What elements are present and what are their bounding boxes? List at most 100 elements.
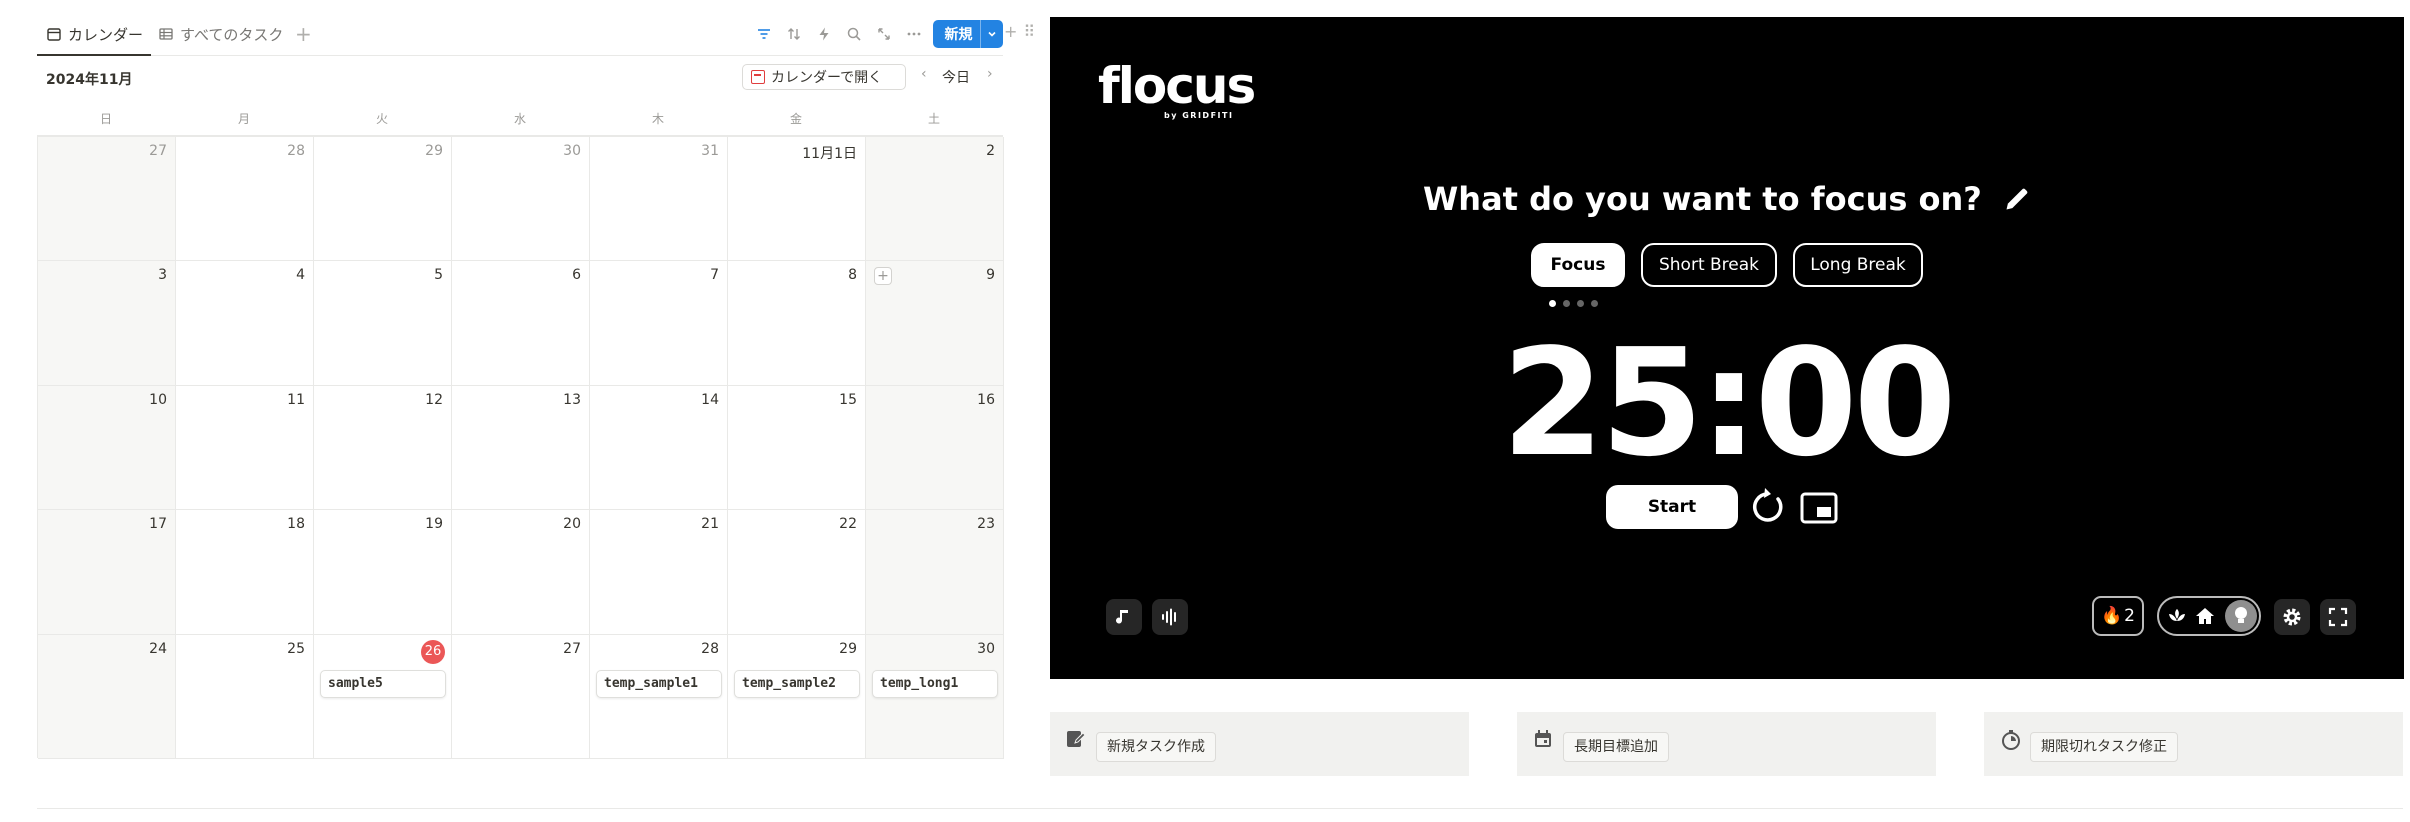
gear-icon[interactable] [2274, 599, 2310, 635]
day-number: 30 [563, 143, 581, 159]
day-cell[interactable]: 7 [590, 261, 728, 386]
picture-in-picture-icon[interactable] [1800, 492, 1838, 524]
day-cell[interactable]: 21 [590, 510, 728, 635]
mode-focus-button[interactable]: Focus [1531, 243, 1625, 287]
day-cell[interactable]: 17 [38, 510, 176, 635]
day-cell[interactable]: 3 [38, 261, 176, 386]
automation-icon[interactable] [809, 19, 839, 49]
add-view-button[interactable]: + [295, 22, 312, 46]
day-cell[interactable]: 4 [176, 261, 314, 386]
music-icon[interactable] [1106, 599, 1142, 635]
day-cell[interactable]: 11 [176, 385, 314, 511]
new-button[interactable]: 新規 [933, 20, 1003, 48]
calendar-app-icon [751, 70, 765, 84]
more-icon[interactable] [899, 19, 929, 49]
day-cell[interactable]: 28 [176, 137, 314, 262]
day-cell[interactable]: 19 [314, 510, 452, 635]
day-cell[interactable]: 28 temp_sample1 [590, 634, 728, 759]
mode-long-break-button[interactable]: Long Break [1793, 243, 1923, 287]
day-cell[interactable]: 10 [38, 385, 176, 511]
tab-all-tasks-label: すべてのタスク [180, 25, 284, 44]
day-cell[interactable]: 29 [314, 137, 452, 262]
day-cell[interactable]: 22 [728, 510, 866, 635]
next-month-icon[interactable]: › [987, 66, 993, 82]
day-cell[interactable]: 5 [314, 261, 452, 386]
fix-overdue-tasks-button[interactable]: 期限切れタスク修正 [2030, 732, 2178, 762]
search-icon[interactable] [839, 19, 869, 49]
day-cell[interactable]: 23 [866, 510, 1004, 635]
active-tab-indicator [37, 54, 151, 56]
day-cell[interactable]: 30 [452, 137, 590, 262]
session-dot [1549, 300, 1556, 307]
focus-question[interactable]: What do you want to focus on? [1050, 180, 2404, 218]
day-cell[interactable]: 14 [590, 385, 728, 511]
streak-badge[interactable]: 🔥 2 [2092, 596, 2144, 636]
tab-all-tasks[interactable]: すべてのタスク [158, 22, 283, 46]
session-dot [1577, 300, 1584, 307]
day-number: 16 [977, 391, 995, 408]
day-number: 7 [710, 267, 719, 284]
reset-icon[interactable] [1746, 485, 1790, 529]
day-cell[interactable]: 18 [176, 510, 314, 635]
mode-short-break-button[interactable]: Short Break [1641, 243, 1777, 287]
day-cell[interactable]: 31 [590, 137, 728, 262]
today-button[interactable]: 今日 [942, 67, 970, 87]
add-long-term-goal-button[interactable]: 長期目標追加 [1563, 732, 1669, 762]
mode-selector: Focus Short Break Long Break [1050, 243, 2404, 287]
tab-calendar[interactable]: カレンダー [46, 22, 143, 46]
day-cell[interactable]: 16 [866, 385, 1004, 511]
ambient-sound-icon[interactable] [1152, 599, 1188, 635]
theme-toggle-group[interactable] [2157, 596, 2261, 636]
lotus-icon[interactable] [2167, 607, 2187, 625]
day-number: 31 [701, 143, 719, 159]
focus-timer-widget: flocus by GRIDFITI What do you want to f… [1050, 17, 2404, 679]
drag-handle-icon[interactable]: ⠿ [1023, 22, 1035, 41]
home-icon[interactable] [2195, 607, 2215, 625]
prev-month-icon[interactable]: ‹ [921, 66, 927, 82]
fullscreen-icon[interactable] [2320, 599, 2356, 635]
day-number: 14 [701, 391, 719, 408]
open-in-calendar-button[interactable]: カレンダーで開く [742, 64, 906, 90]
day-cell[interactable]: 27 [38, 137, 176, 262]
day-cell[interactable]: 11月1日 [728, 137, 866, 262]
day-cell[interactable]: 9 + [866, 261, 1004, 386]
weekday-label: 月 [237, 112, 250, 126]
day-cell[interactable]: 25 [176, 634, 314, 759]
expand-icon[interactable] [869, 19, 899, 49]
day-number: 12 [425, 391, 443, 408]
day-cell[interactable]: 13 [452, 385, 590, 511]
day-number: 11月1日 [802, 146, 857, 162]
filter-icon[interactable] [749, 19, 779, 49]
day-number: 2 [986, 143, 995, 159]
new-task-button[interactable]: 新規タスク作成 [1096, 732, 1216, 762]
start-button[interactable]: Start [1606, 485, 1738, 529]
day-cell[interactable]: 2 [866, 137, 1004, 262]
day-cell[interactable]: 12 [314, 385, 452, 511]
add-event-icon[interactable]: + [874, 267, 892, 286]
day-number: 28 [701, 640, 719, 657]
event-card[interactable]: temp_long1 [872, 669, 998, 698]
lightbulb-icon[interactable] [2225, 600, 2257, 632]
day-number: 6 [572, 267, 581, 284]
chevron-down-icon[interactable] [981, 29, 1003, 39]
day-cell[interactable]: 20 [452, 510, 590, 635]
day-number: 18 [287, 516, 305, 533]
tab-calendar-label: カレンダー [68, 25, 144, 44]
event-card[interactable]: sample5 [320, 669, 446, 698]
day-number: 17 [149, 516, 167, 533]
add-block-icon[interactable]: + [1004, 22, 1017, 41]
focus-question-text: What do you want to focus on? [1422, 180, 1982, 218]
day-cell[interactable]: 15 [728, 385, 866, 511]
day-cell[interactable]: 6 [452, 261, 590, 386]
day-cell[interactable]: 27 [452, 634, 590, 759]
day-cell[interactable]: 29 temp_sample2 [728, 634, 866, 759]
event-card[interactable]: temp_sample1 [596, 669, 722, 698]
day-cell[interactable]: 30 temp_long1 [866, 634, 1004, 759]
event-card[interactable]: temp_sample2 [734, 669, 860, 698]
day-cell[interactable]: 24 [38, 634, 176, 759]
day-cell[interactable]: 26 sample5 [314, 634, 452, 759]
sort-icon[interactable] [779, 19, 809, 49]
pencil-icon[interactable] [2003, 185, 2031, 213]
day-number: 8 [848, 267, 857, 284]
day-cell[interactable]: 8 [728, 261, 866, 386]
